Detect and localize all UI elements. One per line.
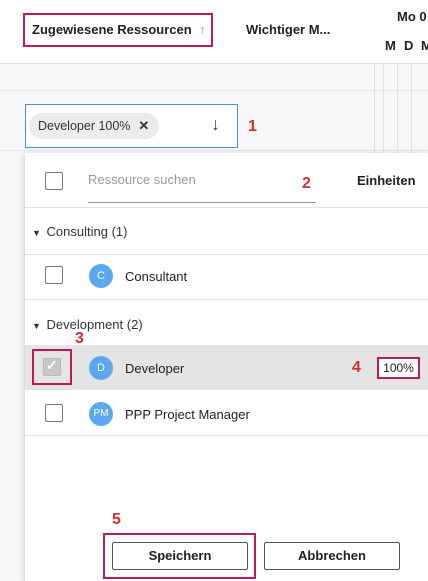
check-icon: ✓ [46, 357, 58, 373]
column-header-important[interactable]: Wichtiger M... [246, 22, 330, 37]
sort-asc-icon[interactable]: ↑ [199, 22, 206, 37]
weekday-1: M [385, 38, 396, 53]
divider [25, 207, 428, 208]
divider [25, 435, 428, 436]
units-column-header: Einheiten [357, 173, 416, 188]
callout-5: 5 [112, 511, 121, 528]
grid-row-line [0, 150, 428, 151]
caret-down-icon: ▼ [32, 228, 41, 238]
select-all-checkbox[interactable] [45, 172, 63, 190]
column-header-resources[interactable]: Zugewiesene Ressourcen ↑ [32, 22, 206, 37]
resource-chip[interactable]: Developer 100% ✕ [29, 113, 160, 139]
day-header: Mo 0 [397, 9, 427, 24]
group-label: Development (2) [46, 317, 143, 332]
group-header-consulting[interactable]: ▼ Consulting (1) [32, 224, 127, 239]
callout-1: 1 [248, 118, 257, 135]
resource-name: PPP Project Manager [125, 407, 250, 422]
callout-4: 4 [352, 359, 361, 376]
avatar: PM [89, 402, 113, 426]
cancel-button[interactable]: Abbrechen [264, 542, 400, 570]
column-header-resources-label: Zugewiesene Ressourcen [32, 22, 192, 37]
caret-down-icon: ▼ [32, 321, 41, 331]
search-placeholder: Ressource suchen [88, 172, 196, 187]
units-input-developer[interactable]: 100% [377, 357, 420, 379]
checkbox-consultant[interactable] [45, 266, 63, 284]
avatar: D [89, 356, 113, 380]
resource-chip-label: Developer 100% [38, 119, 131, 133]
avatar: C [89, 264, 113, 288]
group-label: Consulting (1) [46, 224, 128, 239]
resource-name: Consultant [125, 269, 188, 284]
list-item-developer[interactable] [25, 345, 428, 390]
weekday-3: M [421, 38, 428, 53]
resource-name: Developer [125, 361, 185, 376]
checkbox-developer[interactable]: ✓ [43, 357, 61, 376]
checkbox-project-manager[interactable] [45, 404, 63, 422]
grid-row-line [0, 90, 428, 91]
divider [25, 299, 428, 300]
callout-2: 2 [302, 175, 311, 192]
list-item-consultant[interactable] [25, 255, 428, 299]
resource-search-input[interactable]: Ressource suchen [88, 171, 316, 203]
group-header-development[interactable]: ▼ Development (2) [32, 317, 143, 332]
arrow-down-icon[interactable]: ↓ [211, 114, 220, 135]
save-button[interactable]: Speichern [112, 542, 248, 570]
chip-remove-icon[interactable]: ✕ [138, 118, 149, 133]
weekday-2: D [404, 38, 414, 53]
